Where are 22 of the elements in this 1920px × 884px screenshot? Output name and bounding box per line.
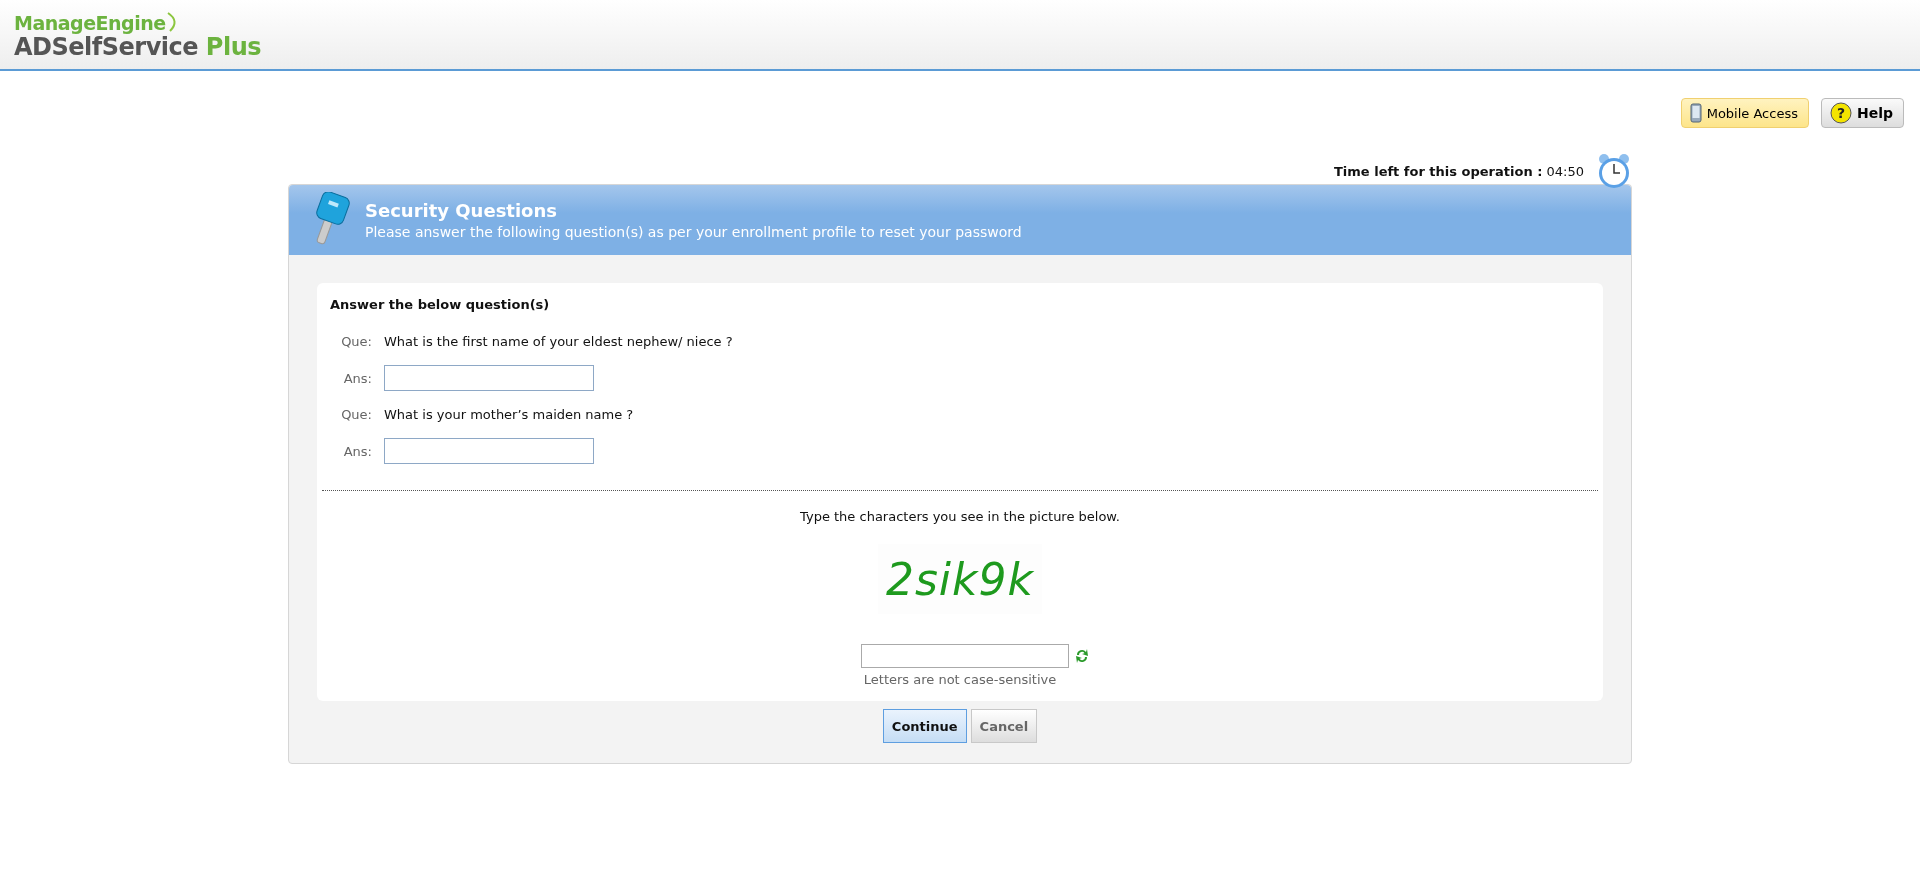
answer-field[interactable] (384, 365, 594, 391)
timer-text: Time left for this operation : 04:50 (1333, 163, 1584, 179)
answer-field[interactable] (384, 438, 594, 464)
question-label: Que: (340, 407, 372, 422)
answer-label: Ans: (342, 443, 372, 459)
captcha-hint: Letters are not case-sensitive (863, 672, 1057, 687)
captcha-field[interactable] (860, 644, 1069, 668)
question-text: What is the first name of your eldest nephew/ niece ? (384, 334, 734, 349)
form-heading: Answer the below question(s) (329, 297, 551, 312)
continue-button[interactable]: Continue (882, 709, 967, 743)
help-icon: ? (1829, 102, 1852, 124)
answer-label: Ans: (342, 370, 372, 386)
question-text: What is your mother’s maiden name ? (384, 407, 635, 422)
cancel-button[interactable]: Cancel (970, 709, 1038, 743)
panel-title: Security Questions (365, 200, 558, 221)
product-logo: ManageEngine ADSelfService Plus (14, 10, 262, 59)
help-button[interactable]: ? Help (1820, 98, 1904, 128)
mobile-access-button[interactable]: Mobile Access (1680, 98, 1809, 128)
panel-subtitle: Please answer the following question(s) as per your enrollment profile to reset your password (365, 224, 1022, 240)
captcha-instruction: Type the characters you see in the picture below. (800, 509, 1120, 524)
question-label: Que: (340, 334, 372, 349)
phone-icon (1689, 103, 1702, 123)
